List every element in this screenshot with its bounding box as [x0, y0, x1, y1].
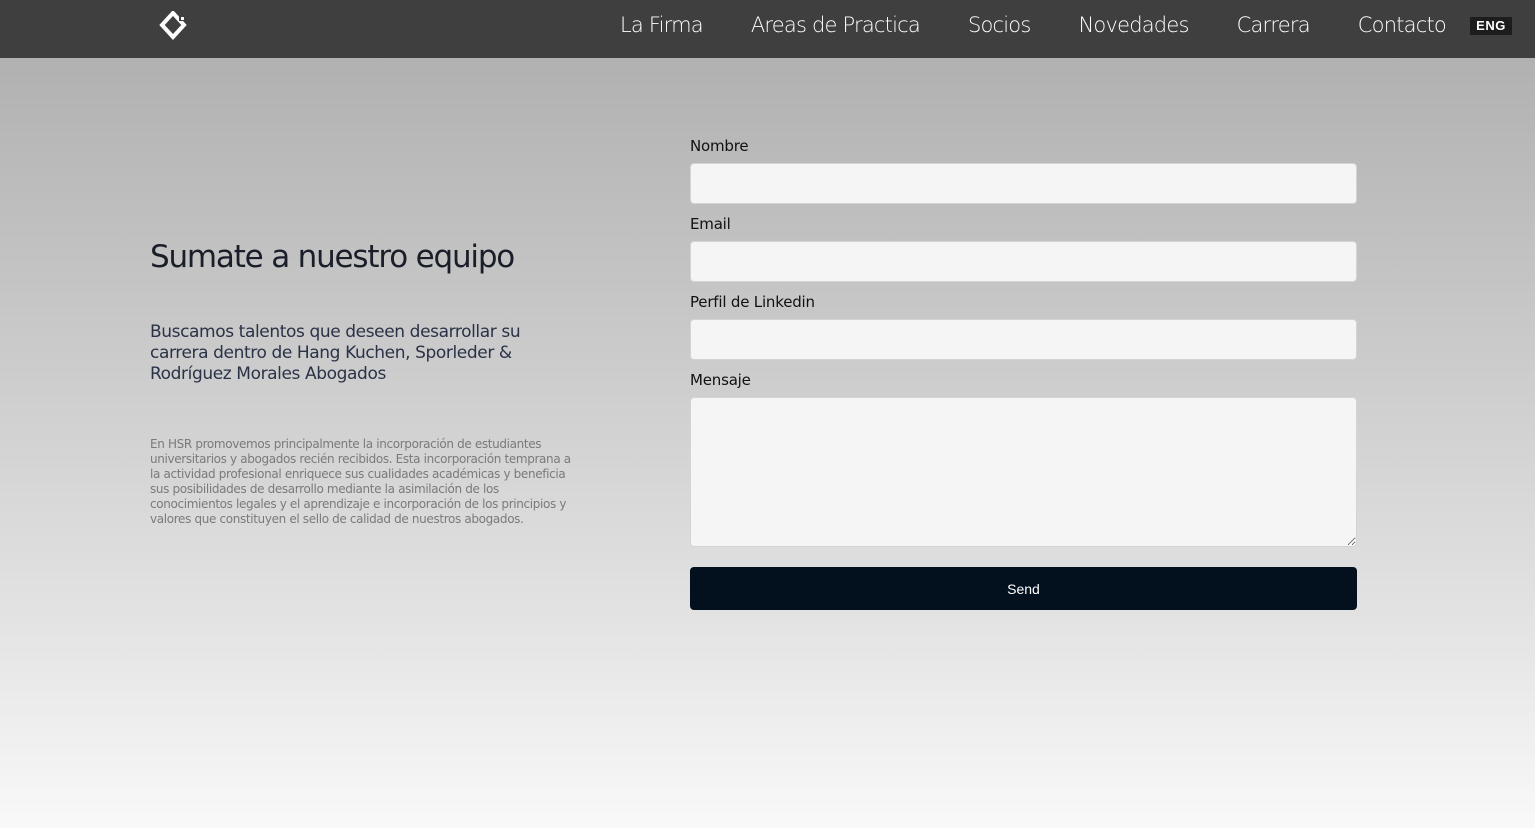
nav-item-carrera[interactable]: Carrera [1237, 13, 1311, 37]
top-navigation-bar: La Firma Areas de Practica Socios Noveda… [0, 0, 1535, 58]
message-label: Mensaje [690, 371, 751, 389]
intro-body: En HSR promovemos principalmente la inco… [150, 437, 571, 526]
application-form: Nombre Email Perfil de Linkedin Mensaje … [690, 136, 1357, 610]
intro-section: Sumate a nuestro equipo Buscamos talento… [150, 238, 590, 527]
nav-item-novedades[interactable]: Novedades [1079, 13, 1190, 37]
name-label: Nombre [690, 137, 749, 155]
nav-item-socios[interactable]: Socios [968, 13, 1031, 37]
page-title: Sumate a nuestro equipo [150, 239, 515, 275]
email-field[interactable] [690, 241, 1357, 282]
diamond-logo-icon[interactable] [157, 11, 189, 43]
nav-item-contacto[interactable]: Contacto [1358, 13, 1447, 37]
language-toggle[interactable]: ENG [1470, 17, 1512, 35]
message-field[interactable] [690, 397, 1357, 547]
name-field[interactable] [690, 163, 1357, 204]
nav-item-la-firma[interactable]: La Firma [620, 13, 704, 37]
linkedin-label: Perfil de Linkedin [690, 293, 815, 311]
intro-lead: Buscamos talentos que deseen desarrollar… [150, 322, 521, 384]
email-label: Email [690, 215, 731, 233]
linkedin-field[interactable] [690, 319, 1357, 360]
nav-item-areas-de-practica[interactable]: Areas de Practica [751, 13, 921, 37]
main-nav: La Firma Areas de Practica Socios Noveda… [620, 0, 1447, 50]
send-button[interactable]: Send [690, 567, 1357, 610]
